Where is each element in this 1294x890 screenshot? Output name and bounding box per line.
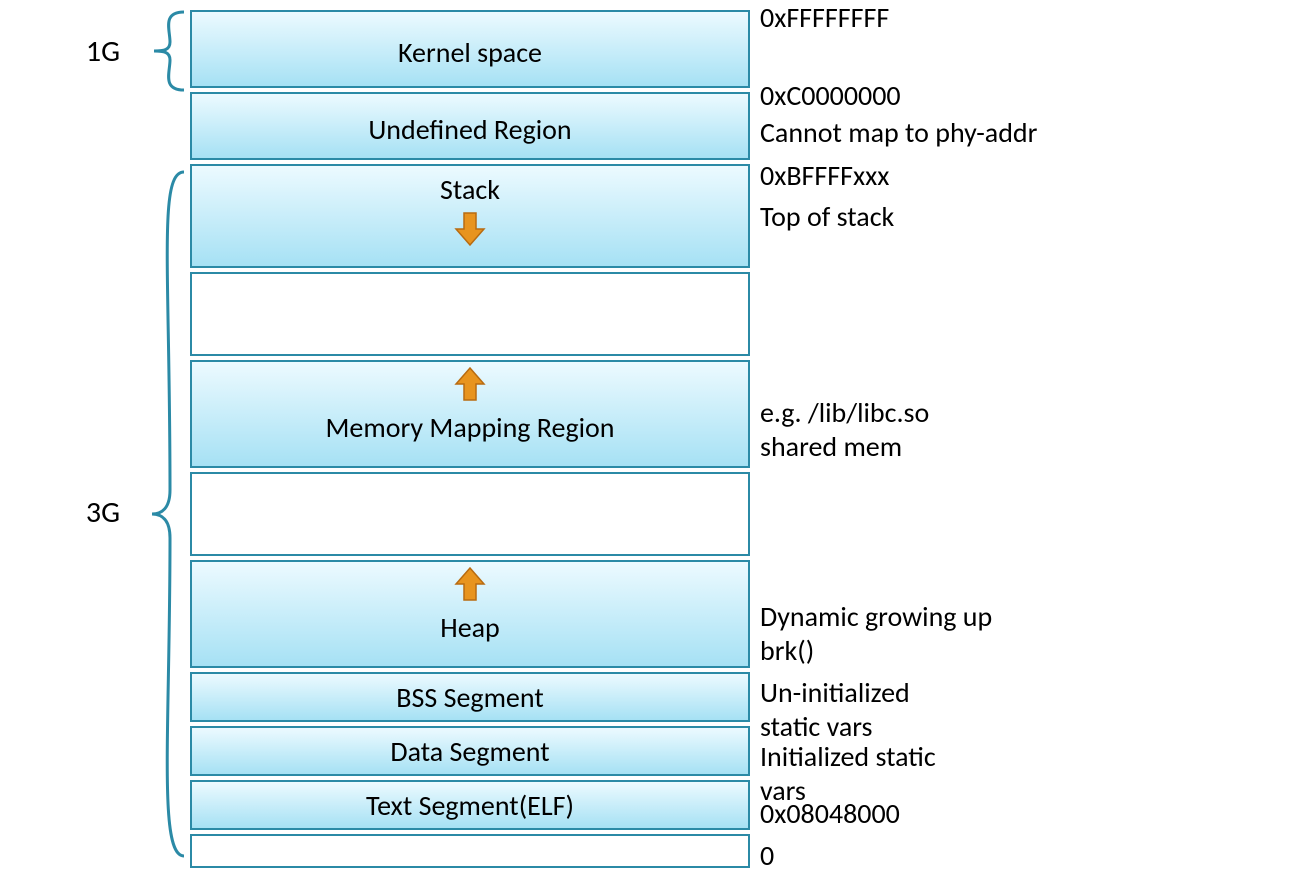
addr-zero: 0 <box>760 838 774 873</box>
note-stack: Top of stack <box>760 200 894 234</box>
segment-heap: Heap <box>190 560 750 668</box>
addr-kernel-end: 0xC0000000 <box>760 78 901 113</box>
note-text: shared mem <box>760 429 902 464</box>
segment-mmap: Memory Mapping Region <box>190 360 750 468</box>
note-text: Top of stack <box>760 199 894 234</box>
segment-data: Data Segment <box>190 726 750 776</box>
segment-undefined: Undefined Region <box>190 92 750 160</box>
addr-stack-top: 0xBFFFFxxx <box>760 158 889 193</box>
segment-label: Kernel space <box>398 29 542 70</box>
segment-bottom-gap <box>190 834 750 868</box>
arrow-up-icon <box>453 566 487 602</box>
segment-label: Memory Mapping Region <box>325 404 614 445</box>
segment-kernel: Kernel space <box>190 10 750 88</box>
segment-gap-1 <box>190 272 750 356</box>
note-data: Initialized static vars <box>760 740 936 807</box>
segment-text: Text Segment(ELF) <box>190 780 750 830</box>
segment-gap-2 <box>190 472 750 556</box>
note-bss: Un-initialized static vars <box>760 676 910 743</box>
segment-label: Heap <box>440 604 500 645</box>
segment-label: Undefined Region <box>368 106 571 147</box>
note-text: Un-initialized <box>760 675 910 710</box>
segment-label: Data Segment <box>390 734 549 769</box>
note-text: Cannot map to phy-addr <box>760 115 1037 150</box>
memory-column: Kernel space Undefined Region Stack Memo… <box>190 10 750 872</box>
note-text: Initialized static <box>760 739 936 774</box>
segment-bss: BSS Segment <box>190 672 750 722</box>
segment-label: Stack <box>440 166 500 207</box>
segment-label: BSS Segment <box>396 680 543 715</box>
note-heap: Dynamic growing up brk() <box>760 600 992 667</box>
note-undefined: Cannot map to phy-addr <box>760 116 1037 150</box>
note-text: Dynamic growing up <box>760 599 992 634</box>
note-text: brk() <box>760 633 814 668</box>
brace-user-icon <box>122 170 188 858</box>
segment-label: Text Segment(ELF) <box>366 788 574 823</box>
arrow-down-icon <box>453 211 487 247</box>
note-text: e.g. /lib/libc.so <box>760 395 929 430</box>
note-text: vars <box>760 773 806 808</box>
label-user-size: 3G <box>60 496 120 531</box>
note-mmap: e.g. /lib/libc.so shared mem <box>760 396 929 463</box>
segment-stack: Stack <box>190 164 750 268</box>
brace-kernel-icon <box>122 10 188 92</box>
label-kernel-size: 1G <box>60 35 120 70</box>
arrow-up-icon <box>453 366 487 402</box>
addr-top: 0xFFFFFFFF <box>760 0 889 35</box>
